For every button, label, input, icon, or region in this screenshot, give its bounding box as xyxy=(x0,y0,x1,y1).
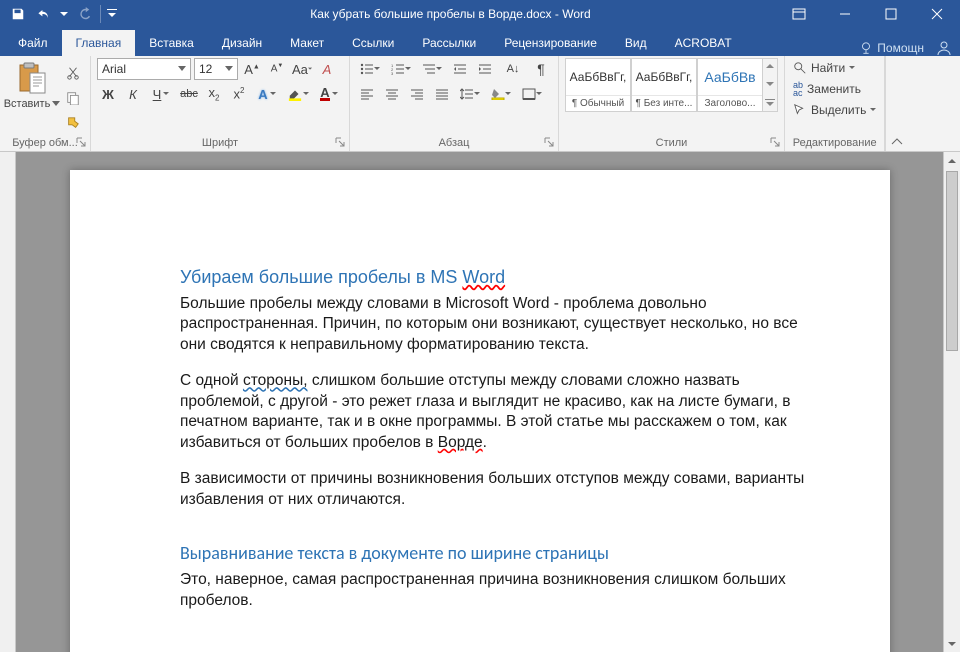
underline-button[interactable]: Ч xyxy=(147,83,175,105)
scroll-track[interactable] xyxy=(946,169,958,635)
undo-button[interactable] xyxy=(32,2,56,26)
quick-access-toolbar xyxy=(0,2,125,26)
ribbon-tabs: Файл Главная Вставка Дизайн Макет Ссылки… xyxy=(0,28,960,56)
tab-references[interactable]: Ссылки xyxy=(338,30,408,56)
collapse-ribbon-button[interactable] xyxy=(885,56,907,151)
multilevel-list-button[interactable] xyxy=(418,58,446,80)
bold-button[interactable]: Ж xyxy=(97,83,119,105)
account-icon[interactable] xyxy=(936,40,952,56)
style-heading1[interactable]: АаБбВв Заголово... xyxy=(697,58,763,112)
scroll-up-button[interactable] xyxy=(944,152,960,169)
find-button[interactable]: Найти xyxy=(791,60,878,76)
style-no-spacing[interactable]: АаБбВвГг, ¶ Без инте... xyxy=(631,58,697,112)
grow-font-button[interactable]: A▲ xyxy=(241,58,263,80)
copy-button[interactable] xyxy=(62,87,84,109)
text-effects-button[interactable]: A xyxy=(253,83,281,105)
clipboard-dialog-launcher[interactable] xyxy=(74,135,88,149)
redo-button[interactable] xyxy=(72,2,96,26)
select-button[interactable]: Выделить xyxy=(791,102,878,118)
minimize-button[interactable] xyxy=(822,0,868,28)
cut-button[interactable] xyxy=(62,62,84,84)
group-label-font: Шрифт xyxy=(97,135,343,151)
line-spacing-button[interactable] xyxy=(456,83,484,105)
doc-paragraph-2: С одной стороны, слишком большие отступы… xyxy=(180,371,820,453)
tab-mailings[interactable]: Рассылки xyxy=(408,30,490,56)
paste-button[interactable]: Вставить xyxy=(6,58,58,110)
tab-view[interactable]: Вид xyxy=(611,30,661,56)
qat-customize[interactable] xyxy=(105,2,119,26)
tab-home[interactable]: Главная xyxy=(62,30,136,56)
group-paragraph: 123 A↓ ¶ Абзац xyxy=(350,56,559,151)
undo-dropdown[interactable] xyxy=(58,2,70,26)
page: Убираем большие пробелы в MS Word Больши… xyxy=(70,170,890,652)
scroll-down-button[interactable] xyxy=(944,635,960,652)
align-left-button[interactable] xyxy=(356,83,378,105)
ribbon-display-options[interactable] xyxy=(776,0,822,28)
tab-insert[interactable]: Вставка xyxy=(135,30,208,56)
group-editing: Найти abac Заменить Выделить Редактирова… xyxy=(785,56,885,151)
tab-file[interactable]: Файл xyxy=(4,30,62,56)
show-marks-button[interactable]: ¶ xyxy=(530,58,552,80)
close-button[interactable] xyxy=(914,0,960,28)
maximize-button[interactable] xyxy=(868,0,914,28)
styles-gallery-scroll[interactable] xyxy=(763,58,778,112)
highlight-button[interactable] xyxy=(284,83,312,105)
tell-me[interactable]: Помощн xyxy=(859,41,924,55)
shading-button[interactable] xyxy=(487,83,515,105)
window-controls xyxy=(776,0,960,28)
tab-review[interactable]: Рецензирование xyxy=(490,30,611,56)
tab-acrobat[interactable]: ACROBAT xyxy=(661,30,746,56)
align-center-button[interactable] xyxy=(381,83,403,105)
doc-heading-1: Убираем большие пробелы в MS Word xyxy=(180,266,820,288)
save-button[interactable] xyxy=(6,2,30,26)
font-name-combo[interactable]: Arial xyxy=(97,58,191,80)
superscript-button[interactable]: x2 xyxy=(228,83,250,105)
shrink-font-button[interactable]: A▼ xyxy=(266,58,288,80)
group-label-styles: Стили xyxy=(565,135,778,151)
scroll-thumb[interactable] xyxy=(946,171,958,351)
style-normal[interactable]: АаБбВвГг, ¶ Обычный xyxy=(565,58,631,112)
numbering-button[interactable]: 123 xyxy=(387,58,415,80)
paragraph-dialog-launcher[interactable] xyxy=(542,135,556,149)
vertical-scrollbar[interactable] xyxy=(943,152,960,652)
styles-dialog-launcher[interactable] xyxy=(768,135,782,149)
doc-paragraph-3: В зависимости от причины возникновения б… xyxy=(180,469,820,510)
title-bar: Как убрать большие пробелы в Ворде.docx … xyxy=(0,0,960,28)
increase-indent-button[interactable] xyxy=(474,58,496,80)
group-label-editing: Редактирование xyxy=(791,135,878,151)
strike-button[interactable]: abc xyxy=(178,83,200,105)
font-dialog-launcher[interactable] xyxy=(333,135,347,149)
format-painter-button[interactable] xyxy=(62,112,84,134)
font-size-combo[interactable]: 12 xyxy=(194,58,238,80)
doc-paragraph-1: Большие пробелы между словами в Microsof… xyxy=(180,294,820,355)
window-title: Как убрать большие пробелы в Ворде.docx … xyxy=(125,7,776,21)
tab-layout[interactable]: Макет xyxy=(276,30,338,56)
group-styles: АаБбВвГг, ¶ Обычный АаБбВвГг, ¶ Без инте… xyxy=(559,56,785,151)
justify-button[interactable] xyxy=(431,83,453,105)
group-clipboard: Вставить Буфер обм... xyxy=(0,56,91,151)
doc-heading-2: Выравнивание текста в документе по ширин… xyxy=(180,542,820,564)
replace-button[interactable]: abac Заменить xyxy=(791,80,878,98)
svg-text:3: 3 xyxy=(391,71,394,75)
font-color-button[interactable]: A xyxy=(315,83,343,105)
italic-button[interactable]: К xyxy=(122,83,144,105)
vertical-ruler[interactable] xyxy=(0,152,16,652)
borders-button[interactable] xyxy=(518,83,546,105)
sort-button[interactable]: A↓ xyxy=(499,58,527,80)
group-font: Arial 12 A▲ A▼ Aa A Ж К Ч abc x2 x2 A A xyxy=(91,56,350,151)
group-label-paragraph: Абзац xyxy=(356,135,552,151)
clear-formatting-button[interactable]: A xyxy=(316,58,338,80)
subscript-button[interactable]: x2 xyxy=(203,83,225,105)
bullets-button[interactable] xyxy=(356,58,384,80)
ribbon: Вставить Буфер обм... Arial 12 A▲ A▼ Aa … xyxy=(0,56,960,152)
decrease-indent-button[interactable] xyxy=(449,58,471,80)
doc-paragraph-4: Это, наверное, самая распространенная пр… xyxy=(180,570,820,611)
align-right-button[interactable] xyxy=(406,83,428,105)
tab-design[interactable]: Дизайн xyxy=(208,30,276,56)
change-case-button[interactable]: Aa xyxy=(291,58,313,80)
document-canvas[interactable]: Убираем большие пробелы в MS Word Больши… xyxy=(16,152,943,652)
group-label-clipboard: Буфер обм... xyxy=(6,135,84,151)
document-area: Убираем большие пробелы в MS Word Больши… xyxy=(0,152,960,652)
